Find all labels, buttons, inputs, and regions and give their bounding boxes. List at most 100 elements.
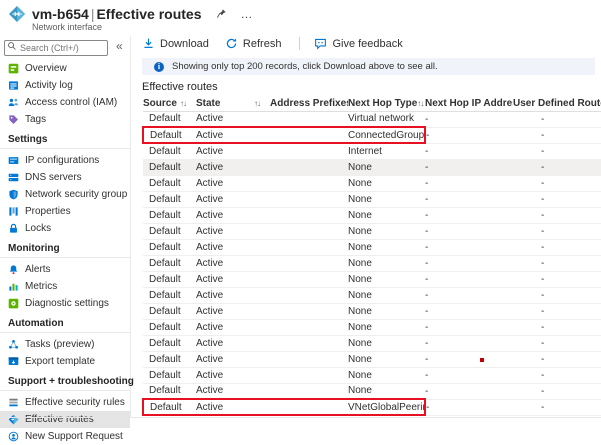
sidebar-item-effective-routes[interactable]: Effective routes <box>0 411 130 428</box>
sidebar-item-overview[interactable]: Overview <box>0 60 130 77</box>
table-row: Default Active None - - <box>143 175 601 191</box>
column-header[interactable]: Next Hop Type ↑↓ <box>348 96 425 111</box>
cell-state: Active <box>196 351 270 367</box>
sidebar-item-ip-configurations[interactable]: IP configurations <box>0 152 130 169</box>
column-header-label: State <box>196 98 220 109</box>
table-row: Default Active None - - <box>143 287 601 303</box>
cell-next-hop-ip-address: - <box>425 367 513 383</box>
sidebar-item-alerts[interactable]: Alerts <box>0 261 130 278</box>
cell-state: Active <box>196 239 270 255</box>
refresh-icon <box>225 37 238 50</box>
cell-state: Active <box>196 303 270 319</box>
cell-next-hop-ip-address: - <box>425 175 513 191</box>
cell-next-hop-type: None <box>348 255 425 271</box>
feedback-icon <box>314 37 327 50</box>
sidebar-item-export-template[interactable]: Export template <box>0 353 130 370</box>
cell-next-hop-ip-address: - <box>425 383 513 399</box>
sidebar-item-label: Network security group <box>25 189 127 200</box>
cell-user-defined-route-name: - <box>513 383 601 399</box>
bottom-divider <box>0 417 601 418</box>
cell-next-hop-type: None <box>348 207 425 223</box>
refresh-button[interactable]: Refresh <box>225 37 282 50</box>
sidebar-item-tasks-preview[interactable]: Tasks (preview) <box>0 336 130 353</box>
table-row: Default Active Virtual network - - <box>143 111 601 127</box>
cell-source: Default <box>143 383 196 399</box>
table-row: Default Active None - - <box>143 335 601 351</box>
cell-next-hop-type: None <box>348 287 425 303</box>
column-header-label: Address Prefixes <box>270 98 348 109</box>
cell-user-defined-route-name: - <box>513 399 601 415</box>
search-input[interactable] <box>4 40 108 56</box>
sidebar-item-locks[interactable]: Locks <box>0 220 130 237</box>
sidebar-item-label: Alerts <box>25 264 51 275</box>
sidebar-item-label: Tags <box>25 114 46 125</box>
cell-next-hop-ip-address: - <box>425 303 513 319</box>
cell-state: Active <box>196 207 270 223</box>
cell-address-prefixes <box>270 351 348 367</box>
cell-user-defined-route-name: - <box>513 287 601 303</box>
cell-source: Default <box>143 143 196 159</box>
cell-user-defined-route-name: - <box>513 367 601 383</box>
sidebar-item-label: Metrics <box>25 281 57 292</box>
column-header[interactable]: State ↑↓ <box>196 96 270 111</box>
cell-user-defined-route-name: - <box>513 351 601 367</box>
cell-state: Active <box>196 159 270 175</box>
sort-icon[interactable]: ↑↓ <box>180 99 186 108</box>
cell-state: Active <box>196 175 270 191</box>
cell-user-defined-route-name: - <box>513 175 601 191</box>
sort-icon[interactable]: ↑↓ <box>254 99 260 108</box>
sidebar-item-effective-security-rules[interactable]: Effective security rules <box>0 394 130 411</box>
sidebar-item-network-security-group[interactable]: Network security group <box>0 186 130 203</box>
more-menu-icon[interactable]: … <box>241 8 253 20</box>
cell-state: Active <box>196 255 270 271</box>
sidebar-item-dns-servers[interactable]: DNS servers <box>0 169 130 186</box>
sidebar-item-metrics[interactable]: Metrics <box>0 278 130 295</box>
resource-type-label: Network interface <box>32 22 601 32</box>
main-content: Download Refresh Give feedback i Showing… <box>142 36 601 416</box>
cell-user-defined-route-name: - <box>513 255 601 271</box>
sidebar-item-properties[interactable]: Properties <box>0 203 130 220</box>
cell-user-defined-route-name: - <box>513 127 601 143</box>
sidebar-item-activity-log[interactable]: Activity log <box>0 77 130 94</box>
column-header[interactable]: Next Hop IP Address ↑↓ <box>425 96 513 111</box>
cell-next-hop-ip-address: - <box>425 111 513 127</box>
sidebar-item-new-support-request[interactable]: New Support Request <box>0 428 130 445</box>
give-feedback-button[interactable]: Give feedback <box>314 37 402 50</box>
column-header-label: Next Hop Type <box>348 98 417 109</box>
table-row: Default Active None - - <box>143 383 601 399</box>
cell-user-defined-route-name: - <box>513 303 601 319</box>
page-title: vm-b654|Effective routes <box>32 6 202 22</box>
pin-icon[interactable] <box>216 8 227 21</box>
sidebar-item-tags[interactable]: Tags <box>0 111 130 128</box>
cell-next-hop-type: Virtual network <box>348 111 425 127</box>
column-header[interactable]: User Defined Route Name ↑↓ <box>513 96 601 111</box>
cell-next-hop-type: ConnectedGroup <box>348 127 425 143</box>
give-feedback-label: Give feedback <box>332 38 402 50</box>
cell-source: Default <box>143 239 196 255</box>
table-row: Default Active Internet - - <box>143 143 601 159</box>
cell-source: Default <box>143 303 196 319</box>
cell-source: Default <box>143 159 196 175</box>
cell-next-hop-ip-address: - <box>425 159 513 175</box>
collapse-menu-icon[interactable]: « <box>116 39 123 53</box>
sort-icon[interactable]: ↑↓ <box>417 99 423 108</box>
sidebar-item-label: Tasks (preview) <box>25 339 94 350</box>
column-header[interactable]: Source ↑↓ <box>143 96 196 111</box>
metrics-icon <box>8 281 19 292</box>
sidebar-item-diagnostic-settings[interactable]: Diagnostic settings <box>0 295 130 312</box>
cell-source: Default <box>143 207 196 223</box>
column-header[interactable]: Address Prefixes ↑↓ <box>270 96 348 111</box>
cell-source: Default <box>143 111 196 127</box>
download-button[interactable]: Download <box>142 37 209 50</box>
dns-servers-icon <box>8 172 19 183</box>
cell-user-defined-route-name: - <box>513 239 601 255</box>
cell-next-hop-type: None <box>348 271 425 287</box>
table-row: Default Active None - - <box>143 255 601 271</box>
alerts-icon <box>8 264 19 275</box>
sidebar-item-access-control-iam[interactable]: Access control (IAM) <box>0 94 130 111</box>
sidebar-item-label: Effective security rules <box>25 397 125 408</box>
cell-source: Default <box>143 367 196 383</box>
cell-next-hop-type: None <box>348 159 425 175</box>
cell-state: Active <box>196 319 270 335</box>
cell-next-hop-ip-address: - <box>425 287 513 303</box>
